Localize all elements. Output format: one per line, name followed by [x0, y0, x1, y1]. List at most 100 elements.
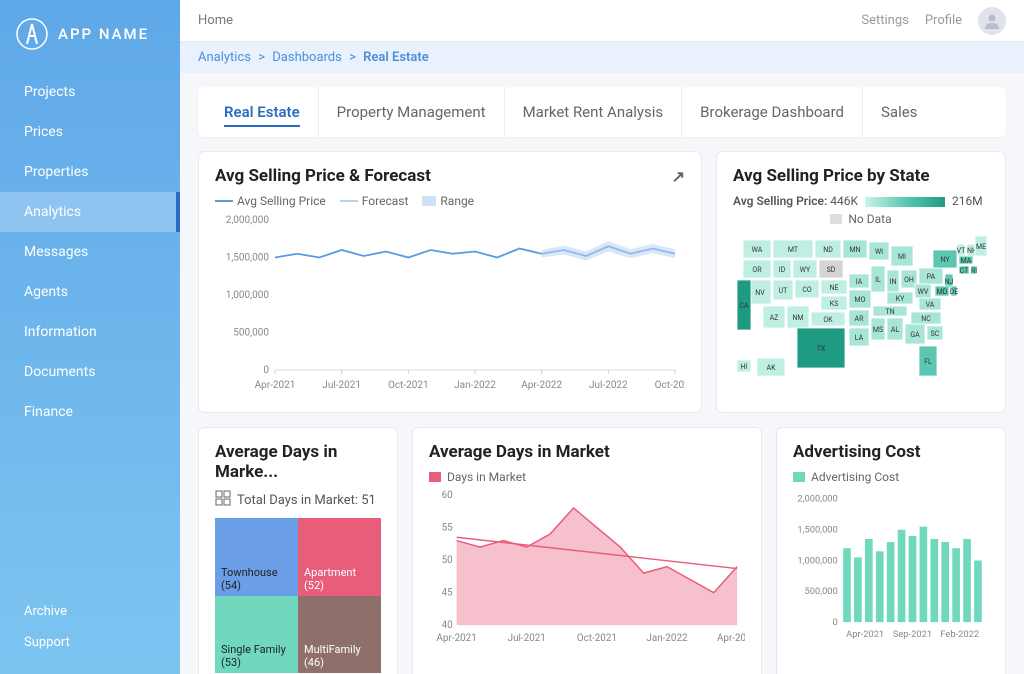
- svg-text:PA: PA: [927, 273, 936, 281]
- svg-text:Jul-2021: Jul-2021: [508, 633, 546, 644]
- svg-text:TX: TX: [817, 345, 826, 353]
- svg-text:NC: NC: [921, 315, 931, 323]
- dashboard-icon: [215, 490, 231, 510]
- svg-text:IL: IL: [875, 276, 881, 284]
- treemap-card: Average Days in Marke... Total Days in M…: [198, 427, 398, 674]
- avatar[interactable]: [978, 7, 1006, 35]
- svg-text:1,500,000: 1,500,000: [226, 253, 270, 264]
- breadcrumb: Analytics > Dashboards > Real Estate: [180, 42, 1024, 73]
- svg-text:MN: MN: [849, 246, 860, 254]
- sidebar-item-messages[interactable]: Messages: [0, 232, 180, 272]
- svg-text:Apr-2022: Apr-2022: [521, 380, 562, 391]
- sidebar-item-agents[interactable]: Agents: [0, 272, 180, 312]
- svg-text:OR: OR: [752, 266, 762, 274]
- sidebar-item-finance[interactable]: Finance: [0, 392, 180, 432]
- svg-text:40: 40: [442, 620, 453, 631]
- svg-text:Oct-2021: Oct-2021: [577, 633, 617, 644]
- tab-brokerage[interactable]: Brokerage Dashboard: [682, 87, 863, 137]
- svg-text:60: 60: [442, 490, 453, 501]
- forecast-legend: Avg Selling Price Forecast Range: [215, 194, 685, 208]
- svg-text:LA: LA: [855, 334, 864, 342]
- svg-text:AL: AL: [891, 326, 900, 334]
- sidebar-item-support[interactable]: Support: [0, 627, 180, 658]
- svg-text:50: 50: [442, 555, 453, 566]
- svg-text:AR: AR: [855, 315, 865, 323]
- area-title: Average Days in Market: [429, 442, 610, 462]
- svg-text:VT: VT: [957, 247, 966, 255]
- svg-text:MO: MO: [855, 296, 866, 304]
- map-card: Avg Selling Price by State Avg Selling P…: [716, 151, 1006, 413]
- svg-text:WY: WY: [800, 266, 811, 274]
- svg-text:MT: MT: [788, 246, 799, 254]
- svg-text:NJ: NJ: [945, 278, 954, 286]
- svg-text:Oct-2021: Oct-2021: [388, 380, 429, 391]
- profile-link[interactable]: Profile: [925, 13, 962, 28]
- svg-text:VA: VA: [926, 301, 935, 309]
- svg-text:UT: UT: [779, 287, 789, 295]
- svg-text:Jan-2022: Jan-2022: [454, 380, 496, 391]
- treemap-cell-multifamily[interactable]: MultiFamily (46): [298, 596, 381, 674]
- svg-text:1,500,000: 1,500,000: [797, 525, 837, 536]
- treemap-cell-townhouse[interactable]: Townhouse (54): [215, 518, 298, 596]
- svg-text:MA: MA: [961, 257, 972, 265]
- treemap-chart: Townhouse (54) Apartment (52) Single Fam…: [215, 518, 381, 673]
- svg-text:NM: NM: [792, 314, 803, 322]
- svg-text:45: 45: [442, 588, 454, 599]
- svg-text:Apr-2021: Apr-2021: [437, 633, 477, 644]
- tab-property-management[interactable]: Property Management: [319, 87, 505, 137]
- svg-text:Jan-2022: Jan-2022: [646, 633, 688, 644]
- advertising-cost-card: Advertising Cost Advertising Cost 0500,0…: [776, 427, 1006, 674]
- breadcrumb-analytics[interactable]: Analytics: [198, 50, 251, 65]
- svg-text:CA: CA: [739, 302, 749, 310]
- sidebar-item-archive[interactable]: Archive: [0, 596, 180, 627]
- sidebar-item-documents[interactable]: Documents: [0, 352, 180, 392]
- svg-text:Apr-2021: Apr-2021: [846, 629, 884, 640]
- forecast-card: Avg Selling Price & Forecast ↗ Avg Selli…: [198, 151, 702, 413]
- map-title: Avg Selling Price by State: [733, 166, 930, 186]
- sidebar-item-projects[interactable]: Projects: [0, 72, 180, 112]
- advertising-cost-chart: 0500,0001,000,0001,500,0002,000,000Apr-2…: [793, 488, 989, 648]
- svg-text:GA: GA: [910, 331, 920, 339]
- svg-text:2,000,000: 2,000,000: [797, 494, 837, 505]
- sidebar-item-properties[interactable]: Properties: [0, 152, 180, 192]
- svg-text:SC: SC: [931, 330, 940, 338]
- svg-text:1,000,000: 1,000,000: [226, 290, 270, 301]
- svg-text:1,000,000: 1,000,000: [797, 555, 837, 566]
- treemap-title: Average Days in Marke...: [215, 442, 381, 482]
- forecast-title: Avg Selling Price & Forecast: [215, 166, 431, 186]
- app-logo[interactable]: APP NAME: [0, 0, 180, 72]
- svg-text:Jul-2021: Jul-2021: [322, 380, 361, 391]
- svg-text:Apr-2022: Apr-2022: [717, 633, 745, 644]
- svg-text:Sep-2021: Sep-2021: [893, 629, 932, 640]
- svg-text:KS: KS: [830, 300, 839, 308]
- svg-text:NY: NY: [940, 256, 950, 264]
- svg-text:Oct-2022: Oct-2022: [655, 380, 685, 391]
- svg-text:WI: WI: [875, 248, 883, 256]
- treemap-cell-apartment[interactable]: Apartment (52): [298, 518, 381, 596]
- home-link[interactable]: Home: [198, 13, 233, 28]
- tab-real-estate[interactable]: Real Estate: [206, 87, 319, 137]
- us-map[interactable]: WAMTNDMNORIDWYSDWIMINVUTCONEIAILINOHCAAZ…: [733, 232, 993, 392]
- svg-text:Feb-2022: Feb-2022: [940, 629, 979, 640]
- breadcrumb-dashboards[interactable]: Dashboards: [272, 50, 342, 65]
- settings-link[interactable]: Settings: [861, 13, 908, 28]
- sidebar: APP NAME Projects Prices Properties Anal…: [0, 0, 180, 674]
- tab-market-rent[interactable]: Market Rent Analysis: [505, 87, 683, 137]
- sidebar-item-analytics[interactable]: Analytics: [0, 192, 180, 232]
- svg-text:NE: NE: [830, 284, 839, 292]
- tab-sales[interactable]: Sales: [863, 87, 935, 137]
- svg-text:ID: ID: [779, 266, 786, 274]
- svg-text:MS: MS: [873, 326, 883, 334]
- svg-text:MI: MI: [898, 253, 906, 261]
- svg-text:MD: MD: [937, 288, 948, 296]
- tabs: Real Estate Property Management Market R…: [198, 87, 1006, 137]
- expand-icon[interactable]: ↗: [672, 167, 685, 186]
- sidebar-item-information[interactable]: Information: [0, 312, 180, 352]
- svg-text:CO: CO: [802, 286, 812, 294]
- treemap-cell-singlefamily[interactable]: Single Family (53): [215, 596, 298, 674]
- sidebar-item-prices[interactable]: Prices: [0, 112, 180, 152]
- app-name: APP NAME: [58, 25, 149, 43]
- map-legend: Avg Selling Price: 446K 216M: [733, 194, 989, 208]
- sidebar-bottom: Archive Support: [0, 596, 180, 674]
- svg-text:Jul-2022: Jul-2022: [589, 380, 628, 391]
